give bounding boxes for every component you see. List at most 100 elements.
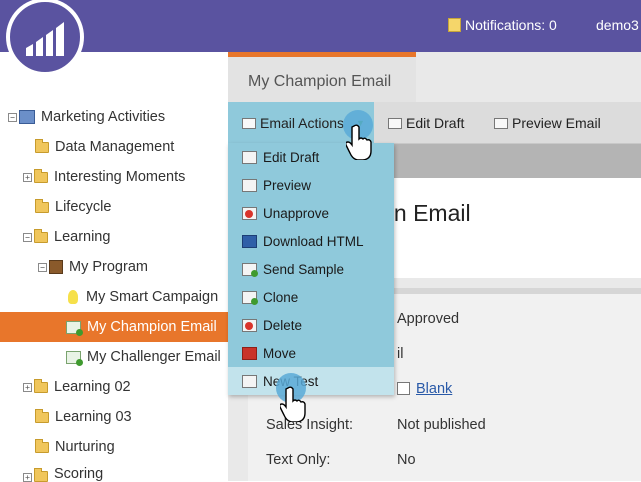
tree-item-learning[interactable]: − Learning: [23, 222, 110, 252]
menu-item-label: Send Sample: [263, 261, 345, 277]
expand-icon[interactable]: +: [23, 382, 32, 392]
collapse-icon[interactable]: −: [8, 112, 17, 122]
tree-item-label: Scoring: [54, 466, 104, 482]
menu-item-send-sample[interactable]: Send Sample: [228, 255, 394, 283]
folder-icon: [34, 378, 48, 393]
expand-icon[interactable]: +: [23, 172, 32, 182]
menu-item-label: Unapprove: [263, 205, 330, 221]
menu-item-label: Clone: [263, 289, 299, 305]
tree-item-label: My Challenger Email: [87, 349, 221, 365]
text-only-label: Text Only:: [266, 452, 331, 468]
new-test-icon: [242, 374, 257, 388]
preview-email-button[interactable]: Preview Email: [494, 115, 601, 131]
sidebar-tree: − Marketing Activities Data Management +…: [0, 52, 228, 482]
tree-item-learning-02[interactable]: + Learning 02: [23, 372, 131, 402]
preview-email-label: Preview Email: [512, 115, 601, 131]
tree-item-scoring[interactable]: + Scoring: [23, 462, 103, 482]
marketing-activities-icon: [19, 110, 35, 124]
clone-icon: [242, 290, 258, 305]
email-actions-icon: [242, 117, 256, 129]
program-icon: [49, 260, 63, 274]
folder-icon: [35, 198, 49, 213]
preview-icon: [494, 117, 508, 129]
tree-item-interesting-moments[interactable]: + Interesting Moments: [23, 162, 185, 192]
move-icon: [242, 346, 257, 360]
collapse-icon[interactable]: −: [23, 232, 32, 242]
notifications-button[interactable]: Notifications: 0: [448, 17, 557, 33]
folder-icon: [34, 468, 48, 482]
sales-insight-value: Not published: [397, 417, 486, 433]
step-1-number: 1: [360, 147, 367, 159]
menu-item-label: Delete: [263, 317, 303, 333]
menu-item-label: Move: [263, 345, 297, 361]
menu-item-label: Download HTML: [263, 233, 364, 249]
edit-draft-icon: [242, 150, 257, 164]
edit-draft-label: Edit Draft: [406, 115, 465, 131]
menu-item-preview[interactable]: Preview: [228, 171, 394, 199]
type-value: il: [397, 346, 404, 362]
logo-bars-icon: [26, 22, 64, 56]
collapse-icon[interactable]: −: [38, 262, 47, 272]
text-only-value: No: [397, 452, 416, 468]
tree-item-data-management[interactable]: Data Management: [35, 132, 174, 162]
user-menu[interactable]: demo3: [596, 17, 639, 33]
preview-icon: [242, 178, 257, 192]
folder-icon: [35, 438, 49, 453]
smart-campaign-icon: [68, 290, 78, 304]
status-value: Approved: [397, 311, 460, 327]
tree-item-marketing-activities[interactable]: − Marketing Activities: [8, 102, 165, 132]
tree-item-nurturing[interactable]: Nurturing: [35, 432, 115, 462]
tree-item-learning-03[interactable]: Learning 03: [35, 402, 132, 432]
edit-draft-button[interactable]: Edit Draft: [388, 115, 464, 131]
hand-cursor-icon: [280, 386, 306, 422]
tree-item-label: Learning: [54, 229, 111, 245]
tree-item-label: Marketing Activities: [41, 109, 166, 125]
menu-item-move[interactable]: Move: [228, 339, 394, 367]
menu-item-clone[interactable]: Clone: [228, 283, 394, 311]
menu-item-download-html[interactable]: Download HTML: [228, 227, 394, 255]
delete-icon: [242, 318, 257, 332]
hand-cursor-icon: [346, 124, 372, 160]
unapprove-icon: [242, 206, 257, 220]
folder-icon: [35, 138, 49, 153]
email-icon: [66, 350, 83, 366]
tree-item-label: Learning 02: [54, 379, 131, 395]
template-icon: [397, 382, 410, 395]
notification-icon: [448, 18, 461, 32]
menu-item-label: Edit Draft: [263, 149, 320, 165]
template-link[interactable]: Blank: [416, 381, 452, 397]
tree-item-lifecycle[interactable]: Lifecycle: [35, 192, 111, 222]
tree-item-my-champion-email[interactable]: My Champion Email: [0, 312, 228, 342]
menu-item-new-test[interactable]: New Test: [228, 367, 394, 395]
menu-item-label: Preview: [263, 177, 312, 193]
menu-item-delete[interactable]: Delete: [228, 311, 394, 339]
folder-icon: [34, 168, 48, 183]
toolbar: Email Actions ▼ Edit Draft Preview Email: [228, 102, 641, 144]
email-icon: [66, 320, 83, 336]
tab-my-champion-email[interactable]: My Champion Email: [228, 52, 416, 102]
tree-item-label: Nurturing: [55, 439, 115, 455]
download-html-icon: [242, 234, 257, 248]
step-2-number: 2: [294, 405, 301, 417]
notifications-label: Notifications: 0: [465, 17, 557, 33]
tree-item-label: My Champion Email: [87, 319, 217, 335]
folder-icon: [34, 228, 48, 243]
top-bar: Notifications: 0 demo3: [0, 0, 641, 52]
marketo-logo[interactable]: [6, 0, 84, 76]
tree-item-label: Data Management: [55, 139, 175, 155]
email-actions-menu: Edit Draft Preview Unapprove Download HT…: [228, 143, 394, 395]
tree-item-label: My Smart Campaign: [86, 289, 219, 305]
tree-item-label: My Program: [69, 259, 148, 275]
template-value: Blank: [397, 381, 452, 397]
tree-item-my-program[interactable]: − My Program: [38, 252, 148, 282]
tree-item-label: Learning 03: [55, 409, 132, 425]
menu-item-unapprove[interactable]: Unapprove: [228, 199, 394, 227]
tree-item-my-challenger-email[interactable]: My Challenger Email: [66, 342, 221, 372]
send-sample-icon: [242, 262, 258, 277]
email-actions-label: Email Actions: [260, 115, 345, 131]
tree-item-my-smart-campaign[interactable]: My Smart Campaign: [68, 282, 218, 312]
edit-draft-icon: [388, 117, 402, 129]
tree-item-label: Lifecycle: [55, 199, 112, 215]
tree-item-label: Interesting Moments: [54, 169, 186, 185]
folder-icon: [35, 408, 49, 423]
